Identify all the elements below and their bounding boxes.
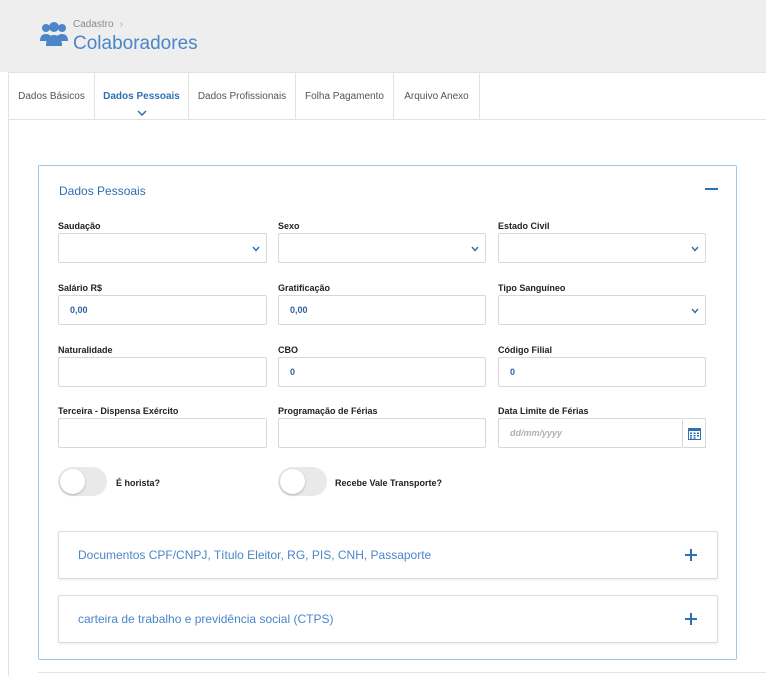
tab-label: Arquivo Anexo [404, 91, 469, 102]
terceira-input[interactable] [58, 418, 267, 448]
gratificacao-label: Gratificação [278, 283, 331, 293]
tab-label: Dados Profissionais [197, 91, 287, 102]
chevron-down-icon [691, 308, 699, 314]
gratificacao-value: 0,00 [290, 305, 308, 315]
chevron-down-icon [252, 246, 260, 252]
tab-arquivo-anexo[interactable]: Arquivo Anexo [394, 73, 480, 120]
data-limite-ferias-input[interactable]: dd/mm/yyyy [498, 418, 683, 448]
tab-folha-pagamento[interactable]: Folha Pagamento [296, 73, 394, 120]
page-header: Cadastro › Colaboradores [0, 0, 766, 72]
users-icon [40, 22, 68, 46]
chevron-down-icon [136, 110, 147, 116]
vale-transporte-toggle[interactable] [278, 467, 327, 496]
terceira-label: Terceira - Dispensa Exército [58, 406, 179, 416]
collapse-icon[interactable] [705, 188, 718, 190]
programacao-ferias-input[interactable] [278, 418, 486, 448]
divider [38, 672, 766, 673]
tab-bar: Dados Básicos Dados Pessoais Dados Profi… [8, 72, 766, 120]
codigo-filial-input[interactable]: 0 [498, 357, 706, 387]
estado-civil-label: Estado Civil [498, 221, 550, 231]
data-limite-ferias-placeholder: dd/mm/yyyy [510, 428, 563, 438]
naturalidade-input[interactable] [58, 357, 267, 387]
horista-label: É horista? [116, 478, 161, 488]
sexo-label: Sexo [278, 221, 300, 231]
salario-value: 0,00 [70, 305, 88, 315]
cbo-value: 0 [290, 367, 296, 377]
tab-dados-basicos[interactable]: Dados Básicos [9, 73, 95, 120]
tab-dados-pessoais[interactable]: Dados Pessoais [95, 73, 189, 120]
data-limite-ferias-label: Data Limite de Férias [498, 406, 589, 416]
codigo-filial-value: 0 [510, 367, 516, 377]
tab-label: Folha Pagamento [305, 91, 384, 102]
cbo-label: CBO [278, 345, 298, 355]
calendar-button[interactable] [683, 418, 706, 448]
cbo-input[interactable]: 0 [278, 357, 486, 387]
chevron-down-icon [691, 246, 699, 252]
tipo-sanguineo-label: Tipo Sanguíneo [498, 283, 566, 293]
salario-label: Salário R$ [58, 283, 103, 293]
accordion-ctps[interactable]: carteira de trabalho e previdência socia… [58, 595, 718, 643]
calendar-icon [687, 427, 701, 440]
page-title: Colaboradores [73, 33, 198, 54]
saudacao-label: Saudação [58, 221, 101, 231]
tab-dados-profissionais[interactable]: Dados Profissionais [189, 73, 296, 120]
horista-toggle[interactable] [58, 467, 107, 496]
accordion-documentos[interactable]: Documentos CPF/CNPJ, Título Eleitor, RG,… [58, 531, 718, 579]
vale-transporte-label: Recebe Vale Transporte? [335, 478, 443, 488]
breadcrumb-cadastro[interactable]: Cadastro [73, 19, 114, 30]
breadcrumb-separator: › [119, 19, 123, 30]
gratificacao-input[interactable]: 0,00 [278, 295, 486, 325]
sexo-select[interactable] [278, 233, 486, 263]
plus-icon[interactable] [685, 549, 697, 561]
accordion-title: carteira de trabalho e previdência socia… [78, 612, 334, 626]
codigo-filial-label: Código Filial [498, 345, 552, 355]
estado-civil-select[interactable] [498, 233, 706, 263]
accordion-title: Documentos CPF/CNPJ, Título Eleitor, RG,… [78, 548, 432, 562]
plus-icon[interactable] [685, 613, 697, 625]
tipo-sanguineo-select[interactable] [498, 295, 706, 325]
panel-title: Dados Pessoais [59, 184, 146, 198]
naturalidade-label: Naturalidade [58, 345, 113, 355]
toggle-knob [60, 469, 85, 494]
tab-label: Dados Básicos [18, 91, 85, 102]
chevron-down-icon [471, 246, 479, 252]
toggle-knob [280, 469, 305, 494]
programacao-ferias-label: Programação de Férias [278, 406, 378, 416]
tab-label: Dados Pessoais [103, 91, 180, 102]
saudacao-select[interactable] [58, 233, 267, 263]
salario-input[interactable]: 0,00 [58, 295, 267, 325]
breadcrumb[interactable]: Cadastro › [73, 19, 123, 30]
